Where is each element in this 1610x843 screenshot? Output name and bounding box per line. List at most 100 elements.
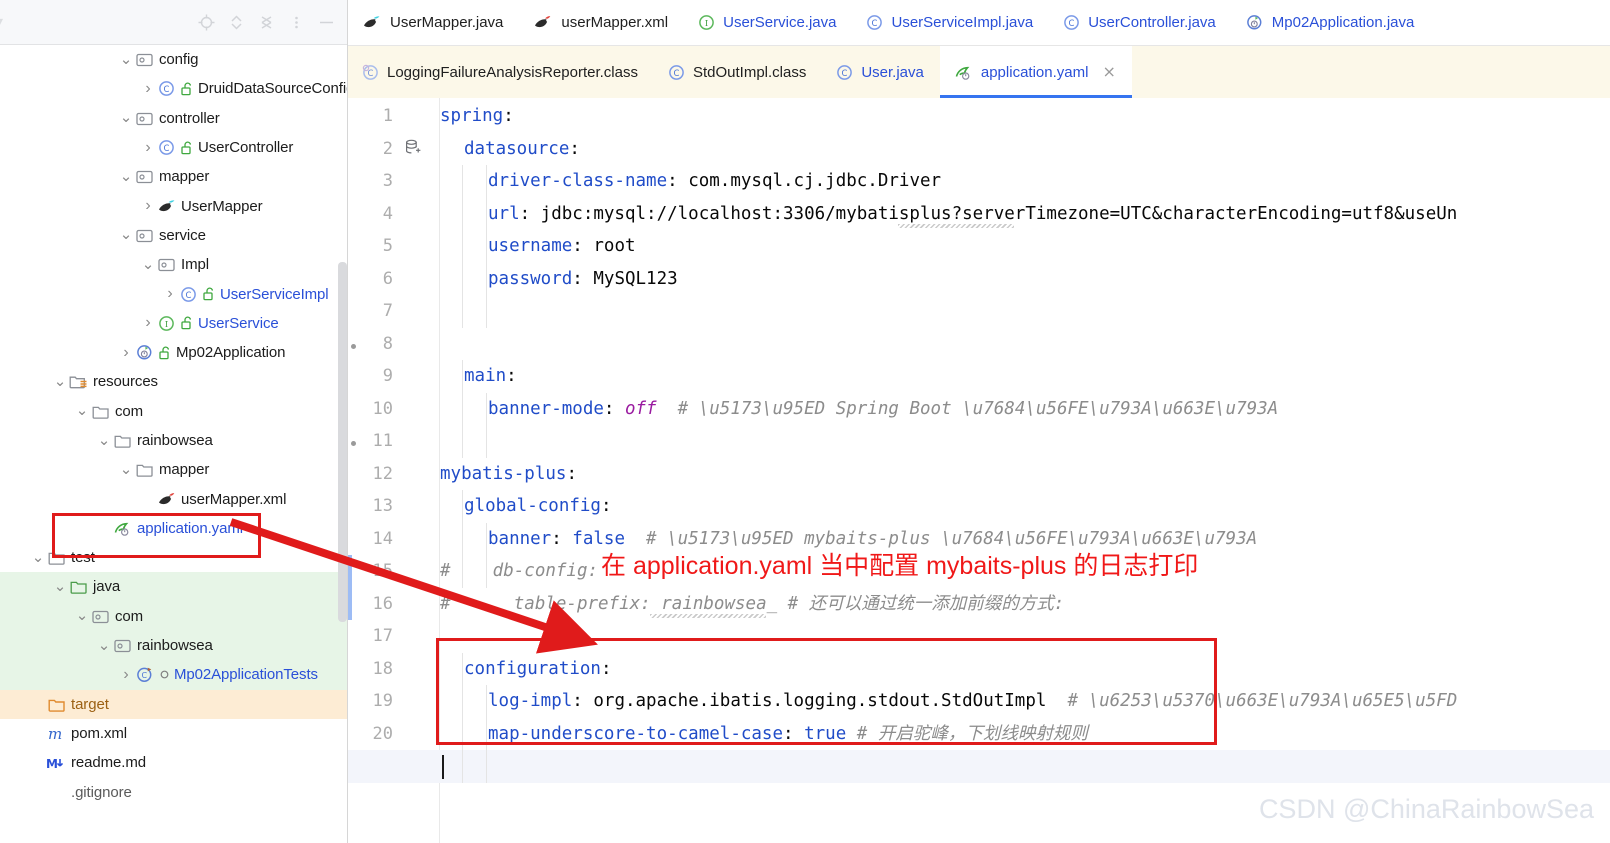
chevron-right-icon[interactable]: › bbox=[140, 139, 156, 156]
tree-item-mapper[interactable]: ⌄ mapper bbox=[0, 162, 347, 191]
tree-item-label: controller bbox=[159, 109, 220, 127]
editor-tab-usercontroller-java[interactable]: C UserController.java bbox=[1049, 0, 1232, 45]
tree-item-impl[interactable]: ⌄ Impl bbox=[0, 250, 347, 279]
expand-collapse-icon[interactable] bbox=[222, 9, 250, 35]
tree-item-mapper[interactable]: ⌄ mapper bbox=[0, 455, 347, 484]
code-editor[interactable]: 123456789101112131415161718192021 spring… bbox=[348, 98, 1610, 843]
svg-text:C: C bbox=[1069, 19, 1075, 29]
vcs-change-marker[interactable] bbox=[348, 555, 352, 620]
tree-item-druiddatasourceconfig[interactable]: › C DruidDataSourceConfig bbox=[0, 74, 347, 103]
code-line[interactable]: password: MySQL123 bbox=[488, 263, 678, 296]
code-area[interactable]: spring: datasource: driver-class-name: com… bbox=[348, 98, 1610, 843]
tree-item-target[interactable]: target bbox=[0, 689, 347, 719]
code-line[interactable]: driver-class-name: com.mysql.cj.jdbc.Dri… bbox=[488, 165, 941, 198]
java-class-icon: C bbox=[668, 64, 685, 81]
editor-tab-stdoutimpl-class[interactable]: C StdOutImpl.class bbox=[654, 46, 822, 98]
code-token: off bbox=[624, 398, 657, 419]
editor-tab-usermapper-xml[interactable]: userMapper.xml bbox=[519, 0, 684, 45]
chevron-down-icon[interactable]: ⌄ bbox=[118, 110, 134, 125]
tree-item-rainbowsea[interactable]: ⌄ rainbowsea bbox=[0, 426, 347, 455]
fold-marker-icon[interactable] bbox=[351, 441, 356, 447]
code-token: : root bbox=[572, 236, 636, 256]
spring-boot-icon bbox=[134, 343, 155, 362]
chevron-right-icon[interactable]: › bbox=[118, 666, 134, 683]
tree-item-controller[interactable]: ⌄ controller bbox=[0, 104, 347, 133]
tree-item-userservice[interactable]: › I UserService bbox=[0, 309, 347, 338]
code-line[interactable]: # db-config: bbox=[440, 555, 598, 588]
chevron-right-icon[interactable]: › bbox=[162, 286, 178, 302]
chevron-down-icon[interactable]: ⌄ bbox=[52, 374, 68, 389]
editor-tab-usermapper-java[interactable]: UserMapper.java bbox=[348, 0, 519, 45]
code-line[interactable]: configuration: bbox=[464, 653, 612, 686]
chevron-down-icon[interactable]: ⌄ bbox=[118, 52, 134, 67]
editor-tab-application-yaml[interactable]: application.yaml × bbox=[939, 46, 1132, 98]
tree-item-usermapper-xml[interactable]: userMapper.xml bbox=[0, 484, 347, 513]
tree-item-mp02application[interactable]: › Mp02Application bbox=[0, 338, 347, 367]
code-line[interactable]: datasource: bbox=[464, 133, 580, 166]
code-line[interactable]: banner: false # \u5173\u95ED mybaits-plu… bbox=[488, 523, 1257, 556]
tree-item-usermapper[interactable]: › UserMapper bbox=[0, 191, 347, 220]
tree-item-com[interactable]: ⌄ com bbox=[0, 601, 347, 631]
editor-tab-row-2[interactable]: C LoggingFailureAnalysisReporter.class C St… bbox=[348, 46, 1610, 98]
tree-item-com[interactable]: ⌄ com bbox=[0, 397, 347, 426]
tree-item-userserviceimpl[interactable]: › C UserServiceImpl bbox=[0, 279, 347, 308]
project-tree[interactable]: ⌄ config › C DruidDataSourceConfig ⌄ controlle… bbox=[0, 45, 347, 843]
chevron-right-icon[interactable]: › bbox=[140, 80, 156, 97]
tree-item-config[interactable]: ⌄ config bbox=[0, 45, 347, 74]
editor-tab-user-java[interactable]: C User.java bbox=[822, 46, 940, 98]
chevron-down-icon[interactable]: ⌄ bbox=[140, 257, 156, 272]
java-class-icon: C bbox=[178, 285, 199, 304]
editor-tab-userserviceimpl-java[interactable]: C UserServiceImpl.java bbox=[852, 0, 1049, 45]
code-line[interactable]: map-underscore-to-camel-case: true # 开启驼… bbox=[488, 718, 1088, 751]
chevron-right-icon[interactable]: › bbox=[140, 315, 156, 331]
chevron-down-icon[interactable]: ⌄ bbox=[96, 433, 112, 448]
tree-item--gitignore[interactable]: .gitignore bbox=[0, 777, 347, 806]
chevron-down-icon[interactable]: ⌄ bbox=[30, 550, 46, 565]
code-line[interactable]: banner-mode: off # \u5173\u95ED Spring B… bbox=[488, 393, 1278, 426]
line-number: 17 bbox=[372, 626, 393, 646]
code-line[interactable]: mybatis-plus: bbox=[440, 458, 577, 491]
collapse-all-icon[interactable] bbox=[252, 9, 280, 35]
code-line[interactable]: global-config: bbox=[464, 490, 612, 523]
chevron-down-icon[interactable]: ⌄ bbox=[118, 462, 134, 477]
editor-tab-row-1[interactable]: UserMapper.java userMapper.xml I UserServic… bbox=[348, 0, 1610, 46]
java-interface-icon: I bbox=[156, 314, 177, 333]
editor-gutter[interactable]: 123456789101112131415161718192021 bbox=[348, 98, 440, 843]
tree-item-java[interactable]: ⌄ java bbox=[0, 572, 347, 602]
tree-item-test[interactable]: ⌄ test bbox=[0, 543, 347, 572]
locate-target-icon[interactable] bbox=[192, 9, 220, 35]
tree-item-readme-md[interactable]: Mreadme.md bbox=[0, 748, 347, 777]
code-line[interactable]: log-impl: org.apache.ibatis.logging.stdo… bbox=[488, 685, 1457, 718]
code-line[interactable]: main: bbox=[464, 360, 517, 393]
tree-item-usercontroller[interactable]: › C UserController bbox=[0, 133, 347, 162]
chevron-down-icon[interactable]: ⌄ bbox=[118, 227, 134, 242]
code-line[interactable]: spring: bbox=[440, 100, 514, 133]
tree-item-application-yaml[interactable]: application.yaml bbox=[0, 514, 347, 543]
chevron-down-icon[interactable]: ⌄ bbox=[118, 169, 134, 184]
chevron-right-icon[interactable]: › bbox=[118, 344, 134, 361]
tree-item-resources[interactable]: ⌄ resources bbox=[0, 367, 347, 396]
chevron-down-icon[interactable]: ⌄ bbox=[96, 638, 112, 653]
chevron-down-icon[interactable]: ⌄ bbox=[52, 579, 68, 594]
editor-tab-userservice-java[interactable]: I UserService.java bbox=[684, 0, 852, 45]
minimize-icon[interactable] bbox=[312, 9, 340, 35]
database-add-icon[interactable] bbox=[405, 139, 421, 161]
more-options-icon[interactable] bbox=[282, 9, 310, 35]
chevron-down-icon[interactable]: ⌄ bbox=[74, 608, 90, 623]
editor-tab-loggingfailureanalysisreporter-class[interactable]: C LoggingFailureAnalysisReporter.class bbox=[348, 46, 654, 98]
tree-item-mp02applicationtests[interactable]: › C Mp02ApplicationTests bbox=[0, 660, 347, 690]
tree-item-service[interactable]: ⌄ service bbox=[0, 221, 347, 250]
code-token: # \u5173\u95ED Spring Boot \u7684\u56FE\… bbox=[656, 398, 1279, 419]
fold-marker-icon[interactable] bbox=[351, 343, 356, 349]
chevron-down-icon[interactable]: ⌄ bbox=[74, 403, 90, 418]
chevron-right-icon[interactable]: › bbox=[140, 198, 156, 214]
code-line[interactable]: username: root bbox=[488, 230, 636, 263]
tree-item-rainbowsea[interactable]: ⌄ rainbowsea bbox=[0, 630, 347, 661]
editor-tab-mp02application-java[interactable]: Mp02Application.java bbox=[1232, 0, 1431, 45]
tree-item-pom-xml[interactable]: m pom.xml bbox=[0, 719, 347, 748]
sidebar-scrollbar[interactable] bbox=[338, 262, 347, 622]
chevron-down-icon[interactable]: ▾ bbox=[0, 14, 3, 28]
close-icon[interactable]: × bbox=[1102, 64, 1115, 80]
